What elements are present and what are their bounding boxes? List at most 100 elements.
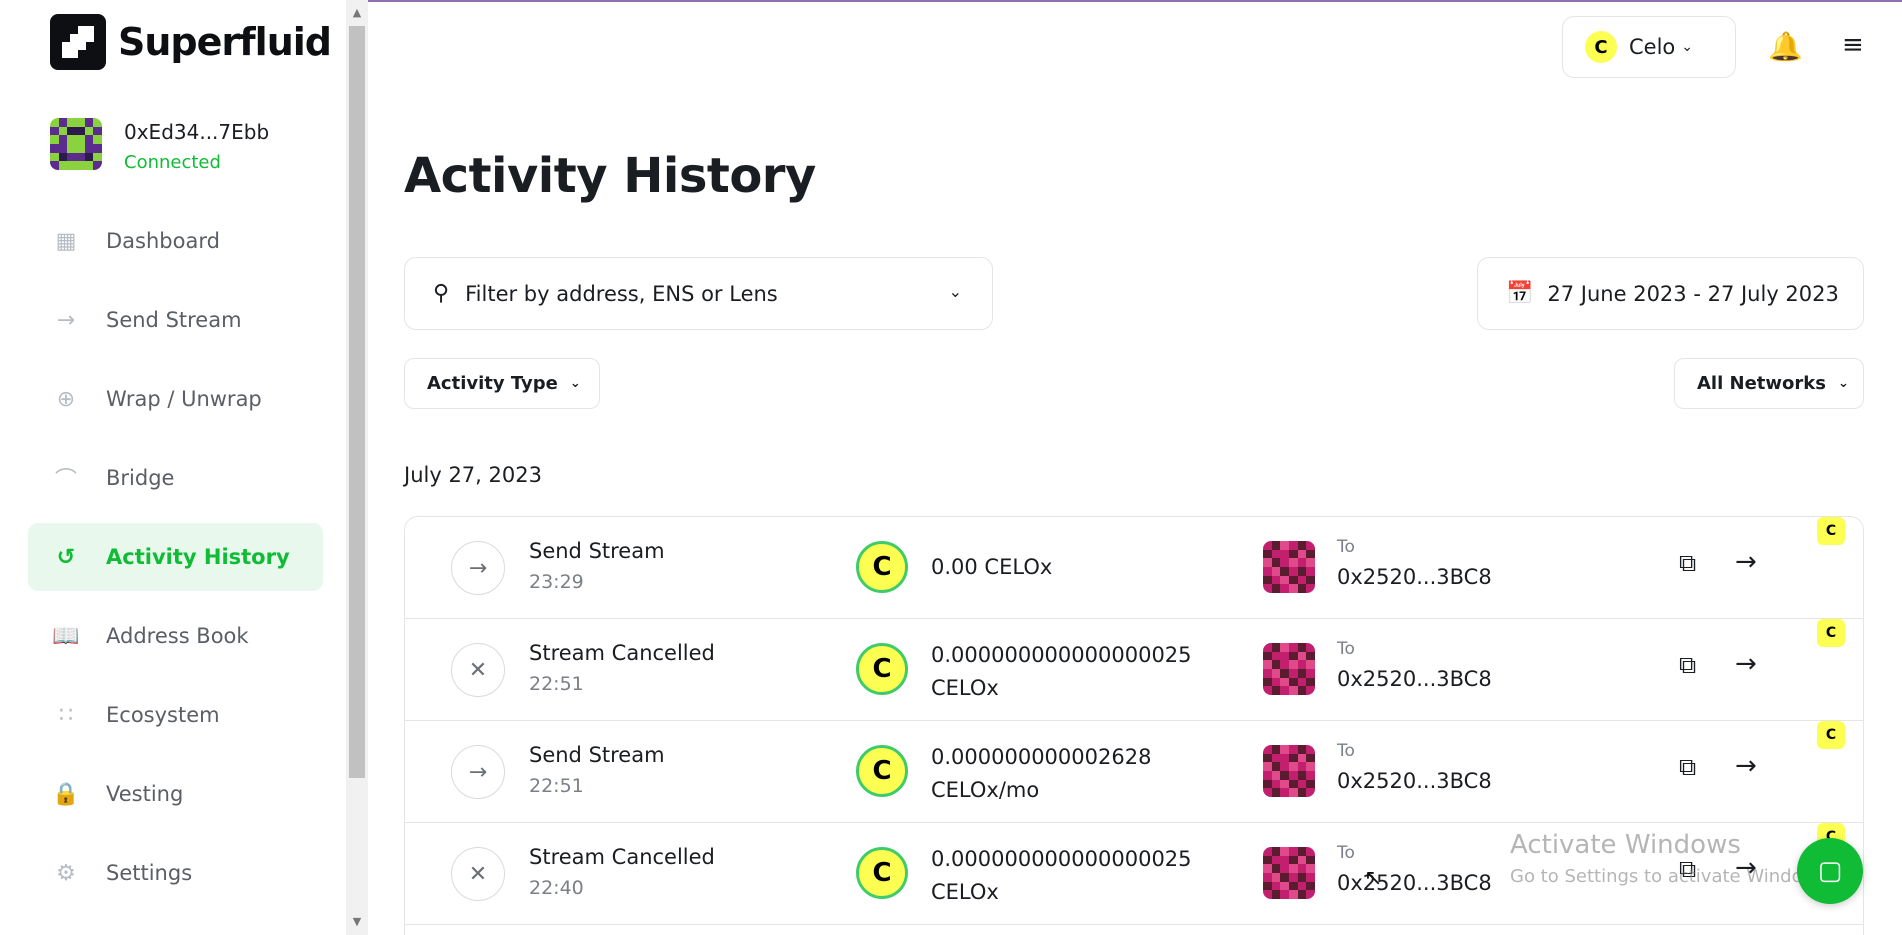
activity-type-label: Activity Type <box>427 373 558 394</box>
activity-title: Send Stream <box>529 743 665 767</box>
wallet-address: 0xEd34...7Ebb <box>124 120 270 144</box>
sidebar-item-label: Bridge <box>106 466 175 490</box>
activity-amount: 0.000000000002628 CELOx/mo <box>931 745 1152 802</box>
sidebar-item-label: Dashboard <box>106 229 220 253</box>
activity-title: Stream Cancelled <box>529 641 715 665</box>
activity-time: 22:51 <box>529 673 584 695</box>
sidebar-item-label: Settings <box>106 861 193 885</box>
brand-name: Superfluid <box>118 20 332 64</box>
activity-row[interactable]: → Send Stream 23:29 C 0.00 CELOx To 0x25… <box>405 517 1863 619</box>
account-info[interactable]: 0xEd34...7Ebb Connected <box>50 118 269 173</box>
activity-row[interactable]: ✕ Stream Cancelled 22:51 C 0.00000000000… <box>405 619 1863 721</box>
chevron-down-icon: ⌄ <box>569 376 581 391</box>
external-link-icon[interactable]: ⧉ <box>1679 651 1696 679</box>
activity-amount: 0.00 CELOx <box>931 555 1053 579</box>
activity-row[interactable]: → Send Stream 22:51 C 0.000000000002628 … <box>405 721 1863 823</box>
bridge-icon: ⌒ <box>54 468 77 493</box>
sidebar-item-vesting[interactable]: 🔒 Vesting <box>28 760 323 828</box>
chat-support-button[interactable]: ▢ <box>1797 838 1863 904</box>
sidebar-item-activity-history[interactable]: ↺ Activity History <box>28 523 323 591</box>
sidebar-item-send-stream[interactable]: → Send Stream <box>28 286 323 354</box>
sidebar-item-settings[interactable]: ⚙ Settings <box>28 839 323 907</box>
external-link-icon[interactable]: ⧉ <box>1679 549 1696 577</box>
sidebar-item-label: Ecosystem <box>106 703 220 727</box>
to-label: To <box>1337 843 1355 863</box>
history-icon: ↺ <box>56 544 76 570</box>
recipient-avatar <box>1263 541 1315 593</box>
recipient-address: 0x2520...3BC8 <box>1337 667 1492 691</box>
send-stream-icon: → <box>451 745 505 799</box>
arrow-right-icon[interactable]: → <box>1735 649 1757 679</box>
bell-icon[interactable]: 🔔 <box>1768 30 1803 63</box>
mouse-cursor-icon: ↖ <box>1364 866 1383 891</box>
calendar-icon: 📅 <box>1506 281 1534 306</box>
lock-icon: 🔒 <box>52 781 80 807</box>
date-range-label: 27 June 2023 - 27 July 2023 <box>1547 281 1839 306</box>
network-selector-button[interactable]: C Celo ⌄ <box>1562 16 1736 78</box>
sidebar-item-bridge[interactable]: ⌒ Bridge <box>28 444 323 512</box>
sidebar: Superfluid 0xEd34...7Ebb Connected ▦ Das… <box>0 0 346 935</box>
date-range-picker[interactable]: 📅 27 June 2023 - 27 July 2023 <box>1477 257 1864 330</box>
networks-filter[interactable]: All Networks ⌄ <box>1674 358 1864 409</box>
recipient-address: 0x2520...3BC8 <box>1337 769 1492 793</box>
celox-token-icon: C <box>856 847 908 899</box>
arrow-right-icon[interactable]: → <box>1735 751 1757 781</box>
activity-title: Stream Cancelled <box>529 845 715 869</box>
book-icon: 📖 <box>52 623 80 649</box>
scroll-up-arrow-icon[interactable]: ▲ <box>346 0 368 26</box>
sidebar-item-address-book[interactable]: 📖 Address Book <box>28 602 323 670</box>
sidebar-item-label: Send Stream <box>106 308 242 332</box>
activity-amount: 0.000000000000000025 CELOx <box>931 643 1192 700</box>
windows-activation-watermark: Activate Windows Go to Settings to activ… <box>1510 830 1832 887</box>
watermark-subtitle: Go to Settings to activate Windows. <box>1510 866 1833 887</box>
arrow-right-icon: → <box>56 307 76 333</box>
filter-placeholder: Filter by address, ENS or Lens <box>465 281 778 306</box>
to-label: To <box>1337 537 1355 557</box>
chat-icon: ▢ <box>1817 856 1843 886</box>
chevron-down-icon: ⌄ <box>1837 376 1849 391</box>
sidebar-item-label: Vesting <box>106 782 184 806</box>
activity-amount: 0.000000000000000025 CELOx <box>931 847 1192 904</box>
address-filter-input[interactable]: ⚲ Filter by address, ENS or Lens ⌄ <box>404 257 993 330</box>
superfluid-logo-icon <box>50 14 106 70</box>
sidebar-nav: ▦ Dashboard → Send Stream ⊕ Wrap / Unwra… <box>28 207 323 918</box>
celox-token-icon: C <box>856 643 908 695</box>
activity-time: 23:29 <box>529 571 584 593</box>
send-stream-icon: → <box>451 541 505 595</box>
arrow-right-icon[interactable]: → <box>1735 547 1757 577</box>
sidebar-scrollbar[interactable]: ▲ ▼ <box>346 0 368 935</box>
search-icon: ⚲ <box>433 281 450 306</box>
menu-collapse-icon[interactable]: ≡ <box>1842 30 1864 60</box>
gear-icon: ⚙ <box>56 860 76 886</box>
cancel-stream-icon: ✕ <box>451 847 505 901</box>
sidebar-item-ecosystem[interactable]: ∷ Ecosystem <box>28 681 323 749</box>
celo-chain-badge-icon: C <box>1817 517 1845 545</box>
celo-network-icon: C <box>1585 31 1617 63</box>
chevron-down-icon[interactable]: ⌄ <box>949 282 962 301</box>
sidebar-item-dashboard[interactable]: ▦ Dashboard <box>28 207 323 275</box>
networks-filter-label: All Networks <box>1697 373 1826 394</box>
recipient-avatar <box>1263 643 1315 695</box>
superfluid-logo[interactable]: Superfluid <box>50 14 332 70</box>
recipient-address: 0x2520...3BC8 <box>1337 871 1492 895</box>
scroll-down-arrow-icon[interactable]: ▼ <box>346 909 368 935</box>
recipient-avatar <box>1263 745 1315 797</box>
watermark-title: Activate Windows <box>1510 830 1741 860</box>
celo-chain-badge-icon: C <box>1817 619 1845 647</box>
account-avatar <box>50 118 102 170</box>
page-title: Activity History <box>404 148 816 204</box>
activity-type-filter[interactable]: Activity Type ⌄ <box>404 358 600 409</box>
to-label: To <box>1337 741 1355 761</box>
activity-time: 22:51 <box>529 775 584 797</box>
network-label: Celo <box>1629 35 1676 59</box>
wrap-icon: ⊕ <box>56 386 76 412</box>
celox-token-icon: C <box>856 745 908 797</box>
scrollbar-thumb[interactable] <box>349 26 365 778</box>
recipient-address: 0x2520...3BC8 <box>1337 565 1492 589</box>
celo-chain-badge-icon: C <box>1817 721 1845 749</box>
connection-status: Connected <box>124 152 221 173</box>
sidebar-item-wrap-unwrap[interactable]: ⊕ Wrap / Unwrap <box>28 365 323 433</box>
recipient-avatar <box>1263 847 1315 899</box>
activity-title: Send Stream <box>529 539 665 563</box>
external-link-icon[interactable]: ⧉ <box>1679 753 1696 781</box>
